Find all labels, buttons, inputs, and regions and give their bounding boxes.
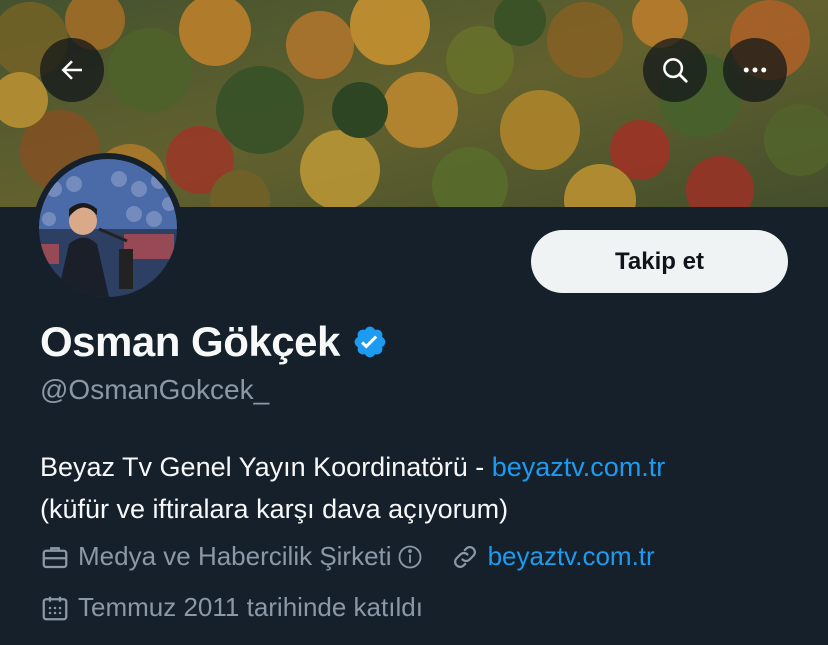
- joined-label: Temmuz 2011 tarihinde katıldı: [78, 592, 423, 622]
- info-icon[interactable]: [396, 543, 424, 571]
- arrow-left-icon: [57, 55, 87, 85]
- search-button[interactable]: [643, 38, 707, 102]
- category-item: Medya ve Habercilik Şirketi: [40, 541, 450, 572]
- back-button[interactable]: [40, 38, 104, 102]
- category-label: Medya ve Habercilik Şirketi: [78, 541, 392, 571]
- profile-handle: @OsmanGokcek_: [40, 374, 270, 405]
- joined-row: Temmuz 2011 tarihinde katıldı: [40, 592, 423, 623]
- display-name: Osman Gökçek: [40, 318, 340, 365]
- more-horizontal-icon: [740, 55, 770, 85]
- calendar-icon: [40, 593, 70, 623]
- bio-link[interactable]: beyaztv.com.tr: [492, 452, 666, 482]
- avatar[interactable]: [33, 153, 183, 303]
- bio-text: Beyaz Tv Genel Yayın Koordinatörü -: [40, 452, 492, 482]
- link-icon: [450, 542, 480, 572]
- follow-button[interactable]: Takip et: [531, 230, 788, 293]
- avatar-image: [39, 159, 177, 297]
- profile-name-row: Osman Gökçek: [40, 318, 388, 366]
- verified-badge-icon[interactable]: [352, 324, 388, 360]
- website-item[interactable]: beyaztv.com.tr: [450, 541, 655, 572]
- website-link[interactable]: beyaztv.com.tr: [488, 541, 655, 572]
- search-icon: [660, 55, 690, 85]
- profile-bio: Beyaz Tv Genel Yayın Koordinatörü - beya…: [40, 446, 810, 530]
- profile-meta-row: Medya ve Habercilik Şirketi beyaztv.com.…: [40, 541, 655, 572]
- more-options-button[interactable]: [723, 38, 787, 102]
- bio-line-2: (küfür ve iftiralara karşı dava açıyorum…: [40, 494, 509, 524]
- briefcase-icon: [40, 542, 70, 572]
